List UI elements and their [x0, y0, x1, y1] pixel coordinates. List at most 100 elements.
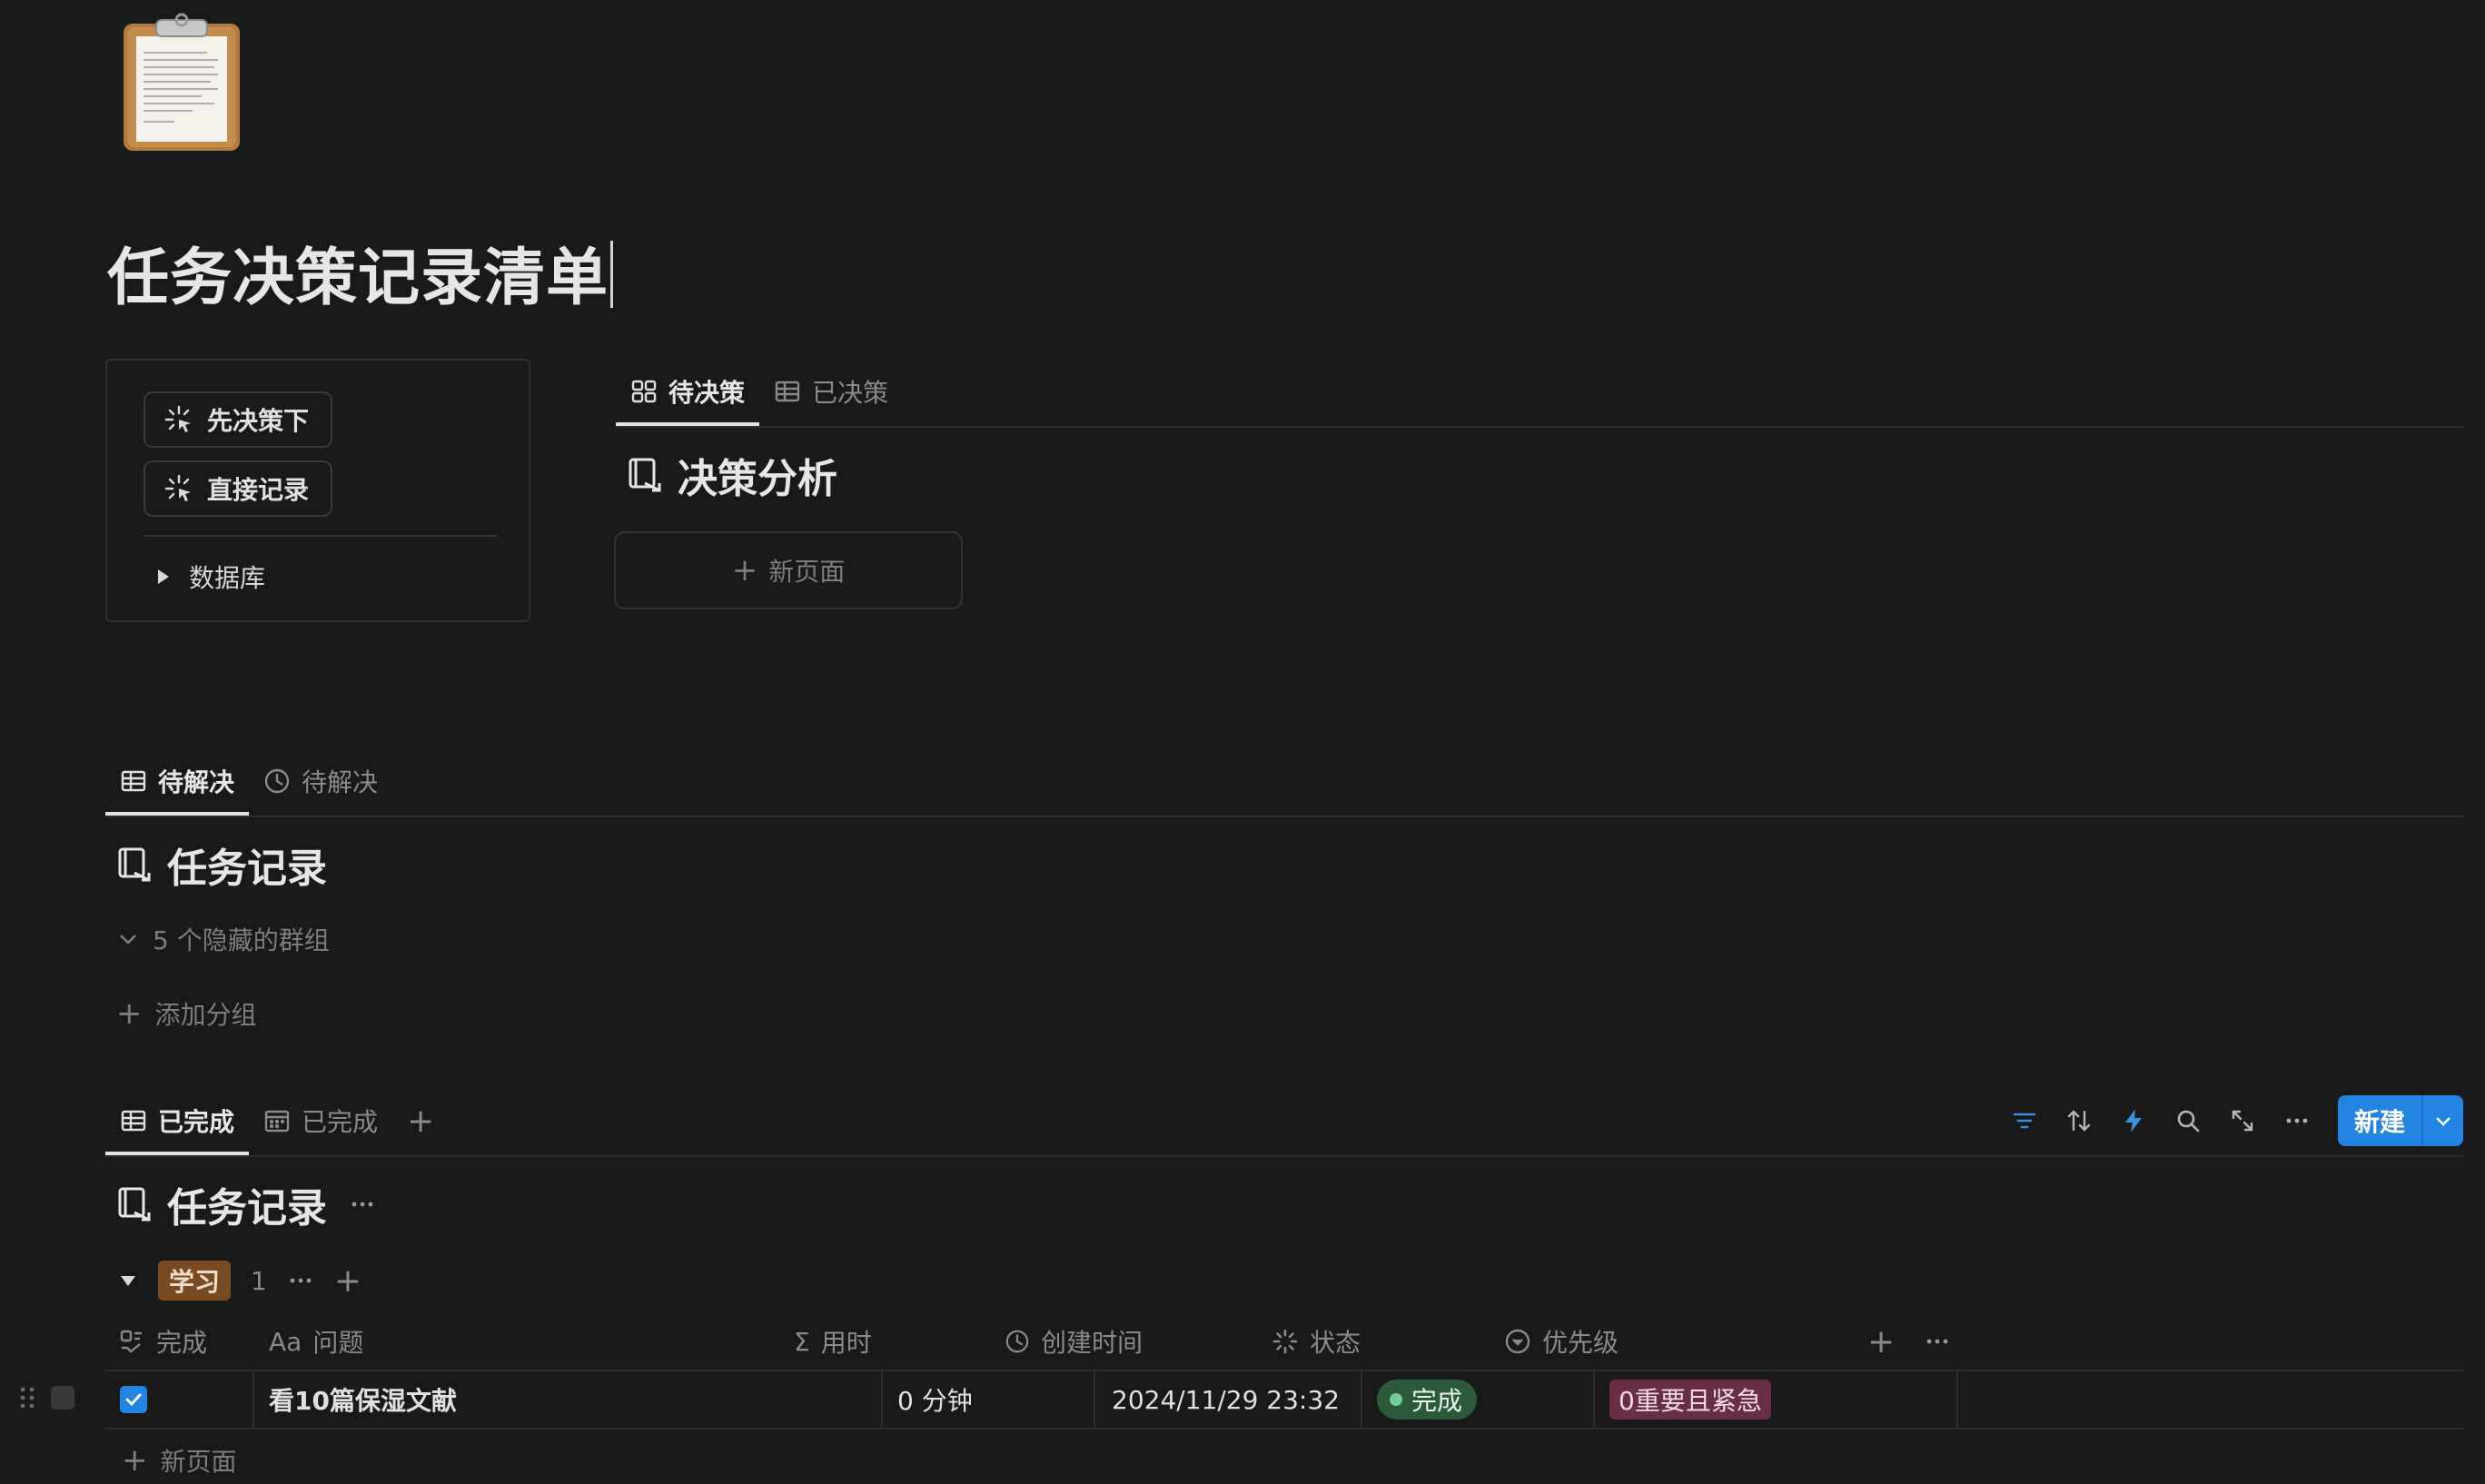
clock-icon	[1005, 1329, 1030, 1354]
filter-icon[interactable]	[2011, 1107, 2038, 1134]
cell-done[interactable]	[105, 1371, 254, 1428]
tab-divider	[105, 1155, 2463, 1157]
new-row-label: 新页面	[160, 1447, 237, 1477]
checkbox-formula-icon	[118, 1328, 145, 1355]
cell-question[interactable]: 看10篇保湿文献	[254, 1371, 883, 1428]
calendar-icon	[263, 1107, 291, 1134]
tab-done-table[interactable]: 已完成	[105, 1086, 250, 1155]
priority-badge: 0重要且紧急	[1609, 1380, 1771, 1420]
table-row[interactable]: 看10篇保湿文献 0 分钟 2024/11/29 23:32 完成 0重要且紧急	[105, 1370, 2463, 1430]
tab-divider	[105, 816, 2463, 817]
hidden-groups-toggle[interactable]: 5 个隐藏的群组	[116, 921, 2463, 957]
tab-label: 已完成	[158, 1107, 235, 1137]
more-icon	[1924, 1328, 1951, 1355]
database-link-icon	[116, 846, 154, 884]
pending-db-title[interactable]: 任务记录	[116, 836, 2463, 894]
table-icon	[774, 378, 801, 405]
hidden-groups-label: 5 个隐藏的群组	[153, 925, 330, 955]
chevron-down-icon	[2433, 1111, 2453, 1131]
column-status[interactable]: 状态	[1272, 1323, 1361, 1360]
expand-icon[interactable]	[2229, 1107, 2256, 1134]
add-row-plus-icon[interactable]: +	[334, 1262, 361, 1300]
tab-pending-table[interactable]: 待解决	[105, 747, 250, 816]
tab-pending-timeline[interactable]: 待解决	[249, 747, 392, 816]
decision-db-title[interactable]: 决策分析	[627, 446, 2463, 504]
column-done[interactable]: 完成	[118, 1323, 207, 1360]
new-page-label: 新页面	[768, 557, 846, 587]
sort-icon[interactable]	[2065, 1107, 2093, 1134]
cell-duration[interactable]: 0 分钟	[883, 1371, 1095, 1428]
page-title[interactable]: 任务决策记录清单	[107, 227, 614, 317]
clipboard-icon[interactable]	[120, 13, 243, 154]
record-directly-label: 直接记录	[207, 475, 310, 505]
column-label: 问题	[312, 1328, 364, 1358]
gallery-icon	[630, 378, 658, 405]
callout-divider	[144, 535, 498, 537]
column-label: 用时	[820, 1328, 872, 1358]
add-view-button[interactable]: +	[392, 1086, 449, 1155]
done-view-tabs: 已完成 已完成 +	[105, 1086, 449, 1155]
tab-label: 待解决	[158, 767, 235, 797]
pending-view-tabs: 待解决 待解决	[105, 747, 2463, 816]
new-record-label[interactable]: 新建	[2338, 1095, 2421, 1146]
column-created[interactable]: 创建时间	[1005, 1323, 1143, 1360]
status-icon	[1272, 1328, 1299, 1355]
tab-pending-decision[interactable]: 待决策	[616, 357, 760, 426]
row-select-checkbox[interactable]	[51, 1386, 74, 1410]
done-db-title[interactable]: 任务记录	[116, 1175, 327, 1233]
row-gutter	[18, 1384, 74, 1411]
status-dot	[1390, 1393, 1402, 1406]
view-toolbar: 新建	[2011, 1095, 2463, 1146]
triangle-down-icon[interactable]	[118, 1271, 138, 1291]
duration-text: 0 分钟	[897, 1386, 973, 1416]
tab-label: 待决策	[668, 378, 746, 408]
cell-status[interactable]: 完成	[1362, 1371, 1595, 1428]
select-icon	[1504, 1328, 1531, 1355]
new-row-button[interactable]: + 新页面	[122, 1442, 237, 1479]
done-db-title-text: 任务记录	[167, 1185, 327, 1232]
text-caret	[610, 241, 614, 308]
decision-view-tabs: 待决策 已决策	[616, 357, 2463, 426]
group-tag: 学习	[158, 1261, 232, 1301]
done-view: 已完成 已完成 + 新建 任务记录 学习 1 +	[105, 1086, 2463, 1301]
question-text: 看10篇保湿文献	[269, 1386, 457, 1416]
more-icon[interactable]	[287, 1267, 314, 1294]
sigma-icon: Σ	[794, 1326, 810, 1357]
page-title-text: 任务决策记录清单	[107, 242, 609, 314]
tab-decided[interactable]: 已决策	[759, 357, 903, 426]
tab-done-calendar[interactable]: 已完成	[249, 1086, 392, 1155]
new-record-dropdown[interactable]	[2421, 1095, 2463, 1146]
more-icon[interactable]	[349, 1191, 376, 1218]
new-page-card[interactable]: + 新页面	[614, 531, 963, 609]
add-group-label: 添加分组	[154, 1000, 257, 1030]
column-more-button[interactable]	[1924, 1328, 1951, 1355]
group-header: 学习 1 +	[118, 1261, 2463, 1301]
decide-first-button[interactable]: 先决策下	[144, 391, 332, 448]
column-priority[interactable]: 优先级	[1504, 1323, 1619, 1360]
new-record-button[interactable]: 新建	[2337, 1095, 2463, 1146]
cell-priority[interactable]: 0重要且紧急	[1595, 1371, 1958, 1428]
database-link-icon	[116, 1185, 154, 1223]
done-checkbox[interactable]	[120, 1386, 147, 1413]
more-icon[interactable]	[2283, 1107, 2311, 1134]
column-duration[interactable]: Σ 用时	[794, 1323, 872, 1360]
decide-first-label: 先决策下	[207, 406, 310, 436]
sparkle-click-icon	[163, 404, 194, 435]
database-toggle[interactable]: 数据库	[158, 559, 265, 595]
plus-icon: +	[407, 1102, 435, 1140]
record-directly-button[interactable]: 直接记录	[144, 460, 332, 517]
add-group-button[interactable]: + 添加分组	[116, 995, 2463, 1032]
automation-bolt-icon[interactable]	[2120, 1107, 2147, 1134]
column-question[interactable]: Aa 问题	[269, 1323, 363, 1360]
tab-label: 已完成	[302, 1107, 379, 1137]
add-column-button[interactable]: +	[1867, 1323, 1895, 1360]
toggle-triangle-icon[interactable]	[158, 569, 169, 584]
sparkle-click-icon	[163, 473, 194, 504]
table-icon	[120, 767, 147, 795]
pending-db-title-text: 任务记录	[167, 846, 327, 892]
cell-created[interactable]: 2024/11/29 23:32	[1095, 1371, 1362, 1428]
table-icon	[120, 1107, 147, 1134]
search-icon[interactable]	[2174, 1107, 2202, 1134]
drag-handle-icon[interactable]	[18, 1384, 36, 1411]
plus-icon: +	[731, 552, 758, 589]
